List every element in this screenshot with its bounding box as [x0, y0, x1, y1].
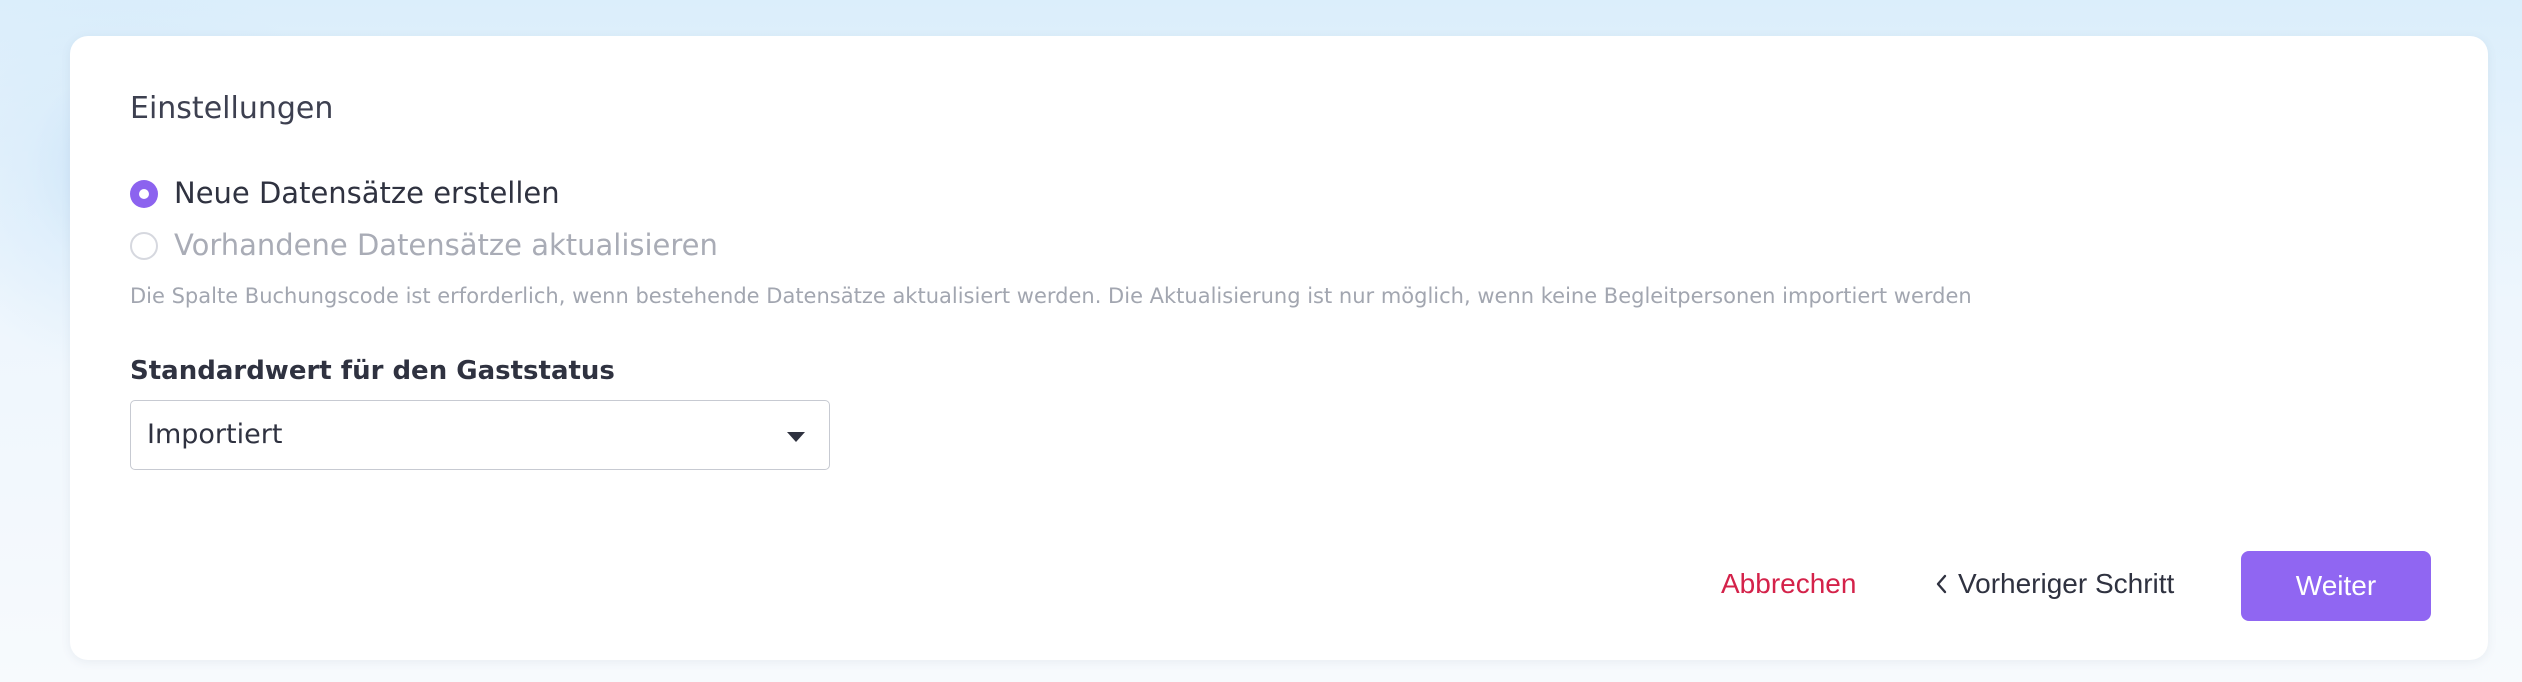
radio-unselected-icon[interactable]: [130, 231, 158, 260]
radio-selected-icon[interactable]: [130, 179, 158, 208]
cancel-button[interactable]: Abbrechen: [1721, 570, 1856, 598]
section-title: Einstellungen: [130, 91, 334, 126]
radio-option-update-existing[interactable]: Vorhandene Datensätze aktualisieren: [130, 231, 718, 260]
chevron-down-icon[interactable]: [787, 432, 805, 442]
previous-step-button[interactable]: Vorheriger Schritt: [1934, 570, 2174, 598]
guest-status-selected-value: Importiert: [147, 419, 283, 450]
guest-status-select[interactable]: Importiert: [130, 400, 830, 470]
radio-label-update-existing: Vorhandene Datensätze aktualisieren: [174, 228, 718, 262]
update-hint-text: Die Spalte Buchungscode ist erforderlich…: [130, 284, 1972, 308]
guest-status-label: Standardwert für den Gaststatus: [130, 356, 615, 386]
radio-label-create-new: Neue Datensätze erstellen: [174, 176, 560, 210]
settings-card: Einstellungen Neue Datensätze erstellen …: [70, 36, 2488, 660]
next-button[interactable]: Weiter: [2241, 551, 2431, 621]
radio-option-create-new[interactable]: Neue Datensätze erstellen: [130, 179, 560, 208]
previous-step-label: Vorheriger Schritt: [1958, 568, 2175, 599]
chevron-left-icon: [1936, 574, 1947, 594]
